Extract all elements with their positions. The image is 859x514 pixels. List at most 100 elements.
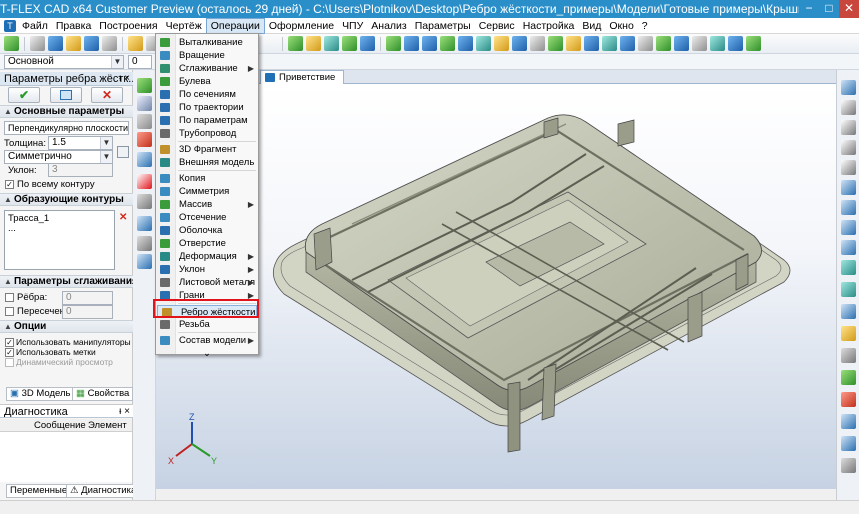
select-mode-icon[interactable] bbox=[841, 80, 856, 95]
preview-button[interactable] bbox=[50, 87, 82, 103]
spring-icon[interactable] bbox=[728, 36, 743, 51]
menu-edit[interactable]: Правка bbox=[52, 18, 95, 34]
menu-window[interactable]: Окно bbox=[605, 18, 637, 34]
rotate-icon[interactable] bbox=[404, 36, 419, 51]
dimension-icon[interactable] bbox=[692, 36, 707, 51]
menu-item[interactable]: Вращение bbox=[156, 49, 258, 62]
direction-icon[interactable] bbox=[137, 194, 152, 209]
sketch-icon[interactable] bbox=[342, 36, 357, 51]
menu-item[interactable]: Деформация ▶ bbox=[156, 250, 258, 263]
intersections-input[interactable]: 0 bbox=[62, 305, 113, 319]
pan-icon[interactable] bbox=[841, 160, 856, 175]
mirror-icon[interactable] bbox=[584, 36, 599, 51]
zoom-icon[interactable] bbox=[841, 120, 856, 135]
camera-icon[interactable] bbox=[841, 348, 856, 363]
loft-icon[interactable] bbox=[422, 36, 437, 51]
contour-icon[interactable] bbox=[137, 174, 152, 189]
transparency-icon[interactable] bbox=[841, 436, 856, 451]
menu-item[interactable]: Оболочка bbox=[156, 224, 258, 237]
angle-input[interactable]: 3 bbox=[48, 163, 113, 177]
menu-item[interactable]: Выталкивание bbox=[156, 36, 258, 49]
contour-list[interactable]: Трасса_1 ... bbox=[4, 210, 115, 270]
menu-expand-more[interactable]: ⌄ bbox=[156, 347, 258, 360]
tab-variables[interactable]: Переменные bbox=[6, 484, 72, 498]
thickness-input[interactable]: 1.5 ▼ bbox=[48, 136, 113, 150]
profile-icon[interactable] bbox=[360, 36, 375, 51]
close-window-button[interactable]: ✕ bbox=[839, 0, 859, 18]
menu-item[interactable]: Листовой металл ▶ bbox=[156, 276, 258, 289]
menu-analysis[interactable]: Анализ bbox=[367, 18, 410, 34]
extrude-icon[interactable] bbox=[386, 36, 401, 51]
menu-item[interactable]: Копия bbox=[156, 172, 258, 185]
menu-service[interactable]: Сервис bbox=[475, 18, 519, 34]
sheet-metal-icon[interactable] bbox=[620, 36, 635, 51]
workplane-icon[interactable] bbox=[288, 36, 303, 51]
section-contours[interactable]: ▲ Образующие контуры bbox=[0, 193, 133, 206]
new-3d-model-icon[interactable] bbox=[48, 36, 63, 51]
ribs-input[interactable]: 0 bbox=[62, 291, 113, 305]
face-icon[interactable] bbox=[137, 254, 152, 269]
open-folder-icon[interactable] bbox=[66, 36, 81, 51]
flip-direction-icon[interactable] bbox=[117, 146, 129, 158]
menu-view[interactable]: Вид bbox=[578, 18, 605, 34]
tab-diagnostics[interactable]: ⚠ Диагностика bbox=[66, 484, 141, 498]
zoom-all-icon[interactable] bbox=[841, 140, 856, 155]
column-header[interactable]: Элемент bbox=[88, 420, 127, 431]
light-icon[interactable] bbox=[841, 326, 856, 341]
expand-icon[interactable] bbox=[4, 36, 19, 51]
fillet-icon[interactable] bbox=[476, 36, 491, 51]
menu-item[interactable]: Отсечение bbox=[156, 211, 258, 224]
level-field[interactable]: 0 bbox=[128, 55, 152, 69]
direction-combo[interactable]: Перпендикулярно плоскости контур bbox=[4, 121, 129, 135]
menu-item[interactable]: Отверстие bbox=[156, 237, 258, 250]
menu-item[interactable]: Состав модели ▶ bbox=[156, 334, 258, 347]
orbit-icon[interactable] bbox=[841, 200, 856, 215]
minimize-button[interactable]: − bbox=[799, 0, 819, 18]
cancel-icon[interactable] bbox=[137, 132, 152, 147]
menu-help[interactable]: ? bbox=[638, 18, 652, 34]
dynamic-preview-checkbox[interactable] bbox=[5, 358, 14, 367]
path-icon[interactable] bbox=[324, 36, 339, 51]
axis-icon[interactable] bbox=[710, 36, 725, 51]
draft-icon[interactable] bbox=[512, 36, 527, 51]
new-document-icon[interactable] bbox=[30, 36, 45, 51]
column-header[interactable]: Сообщение bbox=[34, 420, 86, 431]
thread-icon[interactable] bbox=[638, 36, 653, 51]
zoom-window-icon[interactable] bbox=[841, 100, 856, 115]
tab-properties[interactable]: ▦ Свойства bbox=[72, 387, 134, 401]
cut-body-icon[interactable] bbox=[530, 36, 545, 51]
check-icon[interactable] bbox=[841, 392, 856, 407]
full-contour-checkbox[interactable]: ✓ bbox=[5, 180, 14, 189]
menu-parameters[interactable]: Параметры bbox=[411, 18, 475, 34]
pin-close-icon[interactable]: ᵻ × bbox=[119, 405, 130, 417]
menu-format[interactable]: Оформление bbox=[265, 18, 338, 34]
section-main-params[interactable]: ▲ Основные параметры bbox=[0, 105, 133, 118]
rib-icon[interactable] bbox=[566, 36, 581, 51]
marks-checkbox[interactable]: ✓ bbox=[5, 348, 14, 357]
boolean-icon[interactable] bbox=[440, 36, 455, 51]
symmetry-combo[interactable]: Симметрично ▼ bbox=[4, 150, 113, 164]
ribs-checkbox[interactable] bbox=[5, 293, 14, 302]
menu-item[interactable]: Булева bbox=[156, 75, 258, 88]
menu-item[interactable]: Уклон ▶ bbox=[156, 263, 258, 276]
menu-item[interactable]: 3D Фрагмент bbox=[156, 143, 258, 156]
checkmark-icon[interactable] bbox=[137, 78, 152, 93]
menu-item[interactable]: Резьба bbox=[156, 318, 258, 331]
remove-contour-icon[interactable]: ✕ bbox=[119, 212, 127, 223]
menu-item[interactable]: По параметрам bbox=[156, 114, 258, 127]
chevron-down-icon[interactable]: ▼ bbox=[111, 56, 123, 68]
measure-view-icon[interactable] bbox=[841, 414, 856, 429]
cancel-button[interactable]: ✕ bbox=[91, 87, 123, 103]
render-icon[interactable] bbox=[746, 36, 761, 51]
intersections-checkbox[interactable] bbox=[5, 307, 14, 316]
menu-item[interactable]: Массив ▶ bbox=[156, 198, 258, 211]
sweep-icon[interactable] bbox=[458, 36, 473, 51]
menu-construct[interactable]: Построения bbox=[95, 18, 161, 34]
manipulators-checkbox[interactable]: ✓ bbox=[5, 338, 14, 347]
section-view-icon[interactable] bbox=[841, 304, 856, 319]
parameters-icon[interactable] bbox=[137, 96, 152, 111]
maximize-button[interactable]: □ bbox=[819, 0, 839, 18]
app-icon[interactable]: T bbox=[4, 19, 16, 32]
filter-icon[interactable] bbox=[841, 370, 856, 385]
menu-item[interactable]: Внешняя модель bbox=[156, 156, 258, 169]
